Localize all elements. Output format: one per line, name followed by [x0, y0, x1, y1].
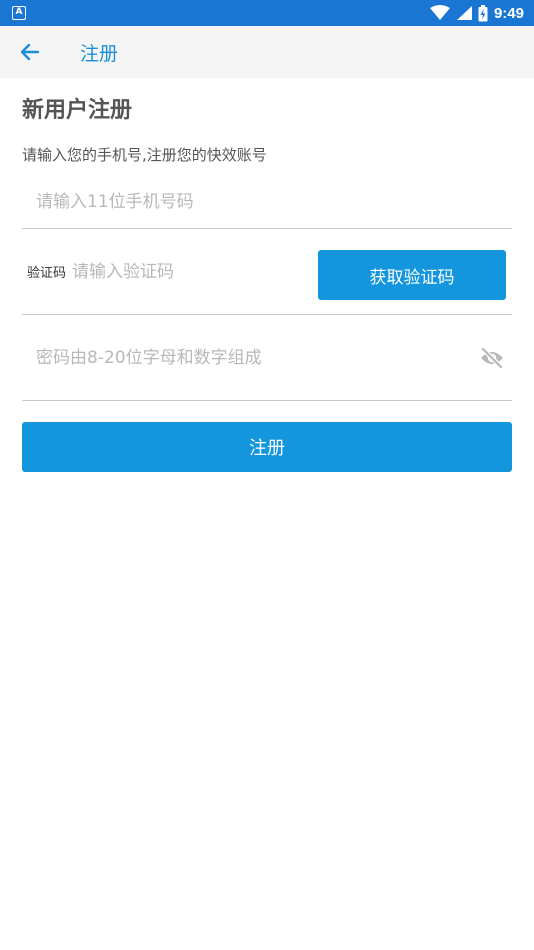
password-field: [22, 315, 512, 401]
page-title: 新用户注册: [22, 98, 133, 123]
battery-icon: [478, 4, 488, 21]
app-bar: 注册: [0, 26, 534, 78]
phone-input[interactable]: [36, 191, 496, 212]
password-visibility-toggle[interactable]: [480, 347, 504, 373]
get-code-button[interactable]: 获取验证码: [318, 250, 506, 300]
code-label: 验证码: [27, 266, 67, 281]
arrow-left-icon: [20, 43, 40, 61]
status-time: 9:49: [493, 4, 524, 22]
app-bar-title: 注册: [80, 42, 119, 65]
form-subtitle: 请输入您的手机号,注册您的快效账号: [22, 146, 267, 164]
verification-code-field: 验证码 获取验证码: [22, 229, 512, 315]
eye-off-icon: [481, 347, 503, 369]
status-bar: A 9:49: [0, 0, 534, 26]
notification-icon: A: [12, 6, 26, 20]
password-input[interactable]: [36, 347, 456, 368]
wifi-icon: [429, 5, 450, 20]
register-button[interactable]: 注册: [22, 422, 512, 472]
back-button[interactable]: [0, 26, 60, 78]
signal-icon: [456, 6, 472, 20]
register-form: 新用户注册 请输入您的手机号,注册您的快效账号 验证码 获取验证码 注册: [22, 78, 512, 472]
phone-field: [22, 175, 512, 229]
code-input[interactable]: [72, 261, 303, 282]
